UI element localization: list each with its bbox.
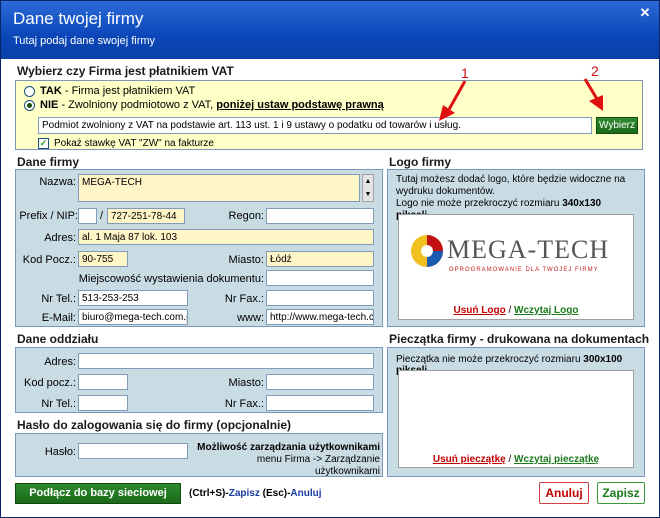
logo-actions-sep: /: [505, 305, 515, 316]
password-info: Możliwość zarządzania użytkownikami menu…: [196, 442, 380, 478]
cancel-button[interactable]: Anuluj: [539, 482, 589, 504]
address-field[interactable]: al. 1 Maja 87 lok. 103: [78, 229, 374, 245]
window-subtitle: Tutaj podaj dane swojej firmy: [13, 35, 156, 47]
show-zw-label: Pokaż stawkę VAT "ZW" na fakturze: [54, 138, 214, 149]
vat-tak-label: TAK: [40, 85, 62, 97]
phone-field[interactable]: 513-253-253: [78, 290, 188, 306]
branch-address-field[interactable]: [78, 353, 374, 369]
stamp-section-title: Pieczątka firmy - drukowana na dokumenta…: [389, 332, 650, 346]
regon-label: Regon:: [228, 210, 264, 222]
annotation-arrows: [439, 78, 603, 121]
postcode-label: Kod Pocz.:: [22, 254, 76, 266]
nip-field[interactable]: 727-251-78-44: [107, 208, 185, 224]
name-scrollbar[interactable]: ▲ ▼: [362, 174, 374, 202]
company-name-field[interactable]: MEGA-TECH: [78, 174, 360, 202]
company-panel: Nazwa: MEGA-TECH ▲ ▼ Prefix / NIP: / 727-…: [15, 169, 383, 327]
company-name-label: Nazwa:: [39, 176, 76, 188]
stamp-actions: Usuń pieczątkę / Wczytaj pieczątkę: [399, 454, 633, 465]
title-bar: Dane twojej firmy Tutaj podaj dane swoje…: [1, 1, 659, 59]
www-label: www:: [237, 312, 264, 324]
branch-address-label: Adres:: [44, 356, 76, 368]
stamp-panel: Pieczątka nie może przekroczyć rozmiaru …: [387, 347, 645, 477]
email-field[interactable]: biuro@mega-tech.com.pl: [78, 309, 188, 325]
company-section-title: Dane firmy: [17, 155, 80, 169]
stamp-preview: Usuń pieczątkę / Wczytaj pieczątkę: [398, 370, 634, 468]
dialog-window: Dane twojej firmy Tutaj podaj dane swoje…: [0, 0, 660, 518]
password-section-title: Hasło do zalogowania się do firmy (opcjo…: [17, 418, 292, 432]
vat-tak-text[interactable]: TAK - Firma jest płatnikiem VAT: [40, 85, 195, 97]
window-title: Dane twojej firmy: [13, 9, 144, 28]
remove-logo-link[interactable]: Usuń Logo: [453, 305, 505, 316]
fax-field[interactable]: [266, 290, 374, 306]
branch-section-title: Dane oddziału: [17, 332, 99, 346]
load-stamp-link[interactable]: Wczytaj pieczątkę: [514, 454, 599, 465]
load-logo-link[interactable]: Wczytaj Logo: [514, 305, 578, 316]
shortcut-save-key: (Ctrl+S)-: [189, 488, 229, 499]
logo-brand-text: MEGA-TECH: [447, 235, 610, 264]
vat-nie-emph: poniżej ustaw podstawę prawną: [216, 99, 384, 111]
logo-preview: MEGA-TECH OPROGRAMOWANIE DLA TWOJEJ FIRM…: [398, 214, 634, 320]
shortcut-save-action: Zapisz: [228, 488, 260, 499]
connect-database-button[interactable]: Podłącz do bazy sieciowej: [15, 483, 181, 504]
branch-postcode-label: Kod pocz.:: [24, 377, 76, 389]
shortcut-cancel-action: Anuluj: [290, 488, 322, 499]
password-panel: Hasło: Możliwość zarządzania użytkownika…: [15, 433, 383, 477]
nip-label: Prefix / NIP:: [19, 210, 78, 222]
close-icon[interactable]: ✕: [637, 6, 653, 20]
branch-panel: Adres: Kod pocz.: Miasto: Nr Tel.: Nr Fa…: [15, 347, 383, 413]
branch-city-label: Miasto:: [228, 377, 264, 389]
branch-city-field[interactable]: [266, 374, 374, 390]
fax-label: Nr Fax.:: [224, 293, 264, 305]
phone-label: Nr Tel.:: [41, 293, 76, 305]
vat-tak-radio[interactable]: [24, 86, 35, 97]
save-button[interactable]: Zapisz: [597, 482, 645, 504]
shortcut-cancel-key: (Esc)-: [259, 488, 291, 499]
remove-stamp-link[interactable]: Usuń pieczątkę: [433, 454, 506, 465]
issue-place-field[interactable]: [266, 270, 374, 286]
show-zw-checkbox[interactable]: ✓: [38, 138, 49, 149]
vat-section-title: Wybierz czy Firma jest płatnikiem VAT: [17, 64, 234, 78]
password-label: Hasło:: [44, 446, 76, 458]
postcode-field[interactable]: 90-755: [78, 251, 128, 267]
vat-tak-desc: - Firma jest płatnikiem VAT: [61, 85, 196, 97]
email-label: E-Mail:: [41, 312, 76, 324]
password-info-bold: Możliwość zarządzania użytkownikami: [197, 442, 380, 453]
branch-phone-field[interactable]: [78, 395, 128, 411]
city-field[interactable]: Łódź: [266, 251, 374, 267]
branch-fax-field[interactable]: [266, 395, 374, 411]
address-label: Adres:: [44, 232, 76, 244]
keyboard-shortcuts: (Ctrl+S)-Zapisz (Esc)-Anuluj: [189, 488, 322, 499]
nip-prefix-field[interactable]: [78, 208, 97, 224]
regon-field[interactable]: [266, 208, 374, 224]
issue-place-label: Miejscowość wystawienia dokumentu:: [78, 273, 264, 285]
logo-section-title: Logo firmy: [389, 155, 451, 169]
logo-graphic-icon: [411, 235, 443, 267]
logo-brand-subtitle: OPROGRAMOWANIE DLA TWOJEJ FIRMY: [449, 267, 599, 273]
city-label: Miasto:: [228, 254, 264, 266]
password-info-text: menu Firma -> Zarządzanie użytkownikami: [256, 454, 380, 477]
vat-nie-label: NIE: [40, 99, 59, 111]
branch-fax-label: Nr Fax.:: [224, 398, 264, 410]
vat-nie-desc: - Zwolniony podmiotowo z VAT,: [58, 99, 217, 111]
logo-size-prefix: Logo nie może przekroczyć rozmiaru: [396, 198, 563, 209]
vat-nie-text[interactable]: NIE - Zwolniony podmiotowo z VAT, poniże…: [40, 99, 384, 111]
branch-phone-label: Nr Tel.:: [41, 398, 76, 410]
nip-separator: /: [100, 210, 104, 222]
logo-actions: Usuń Logo / Wczytaj Logo: [399, 305, 633, 316]
logo-panel: Tutaj możesz dodać logo, które będzie wi…: [387, 169, 645, 327]
vat-nie-radio[interactable]: [24, 100, 35, 111]
logo-info-text: Tutaj możesz dodać logo, które będzie wi…: [396, 174, 626, 197]
password-field[interactable]: [78, 443, 188, 459]
stamp-actions-sep: /: [505, 454, 515, 465]
stamp-info-text: Pieczątka nie może przekroczyć rozmiaru: [396, 354, 584, 365]
www-field[interactable]: http://www.mega-tech.com: [266, 309, 374, 325]
branch-postcode-field[interactable]: [78, 374, 128, 390]
